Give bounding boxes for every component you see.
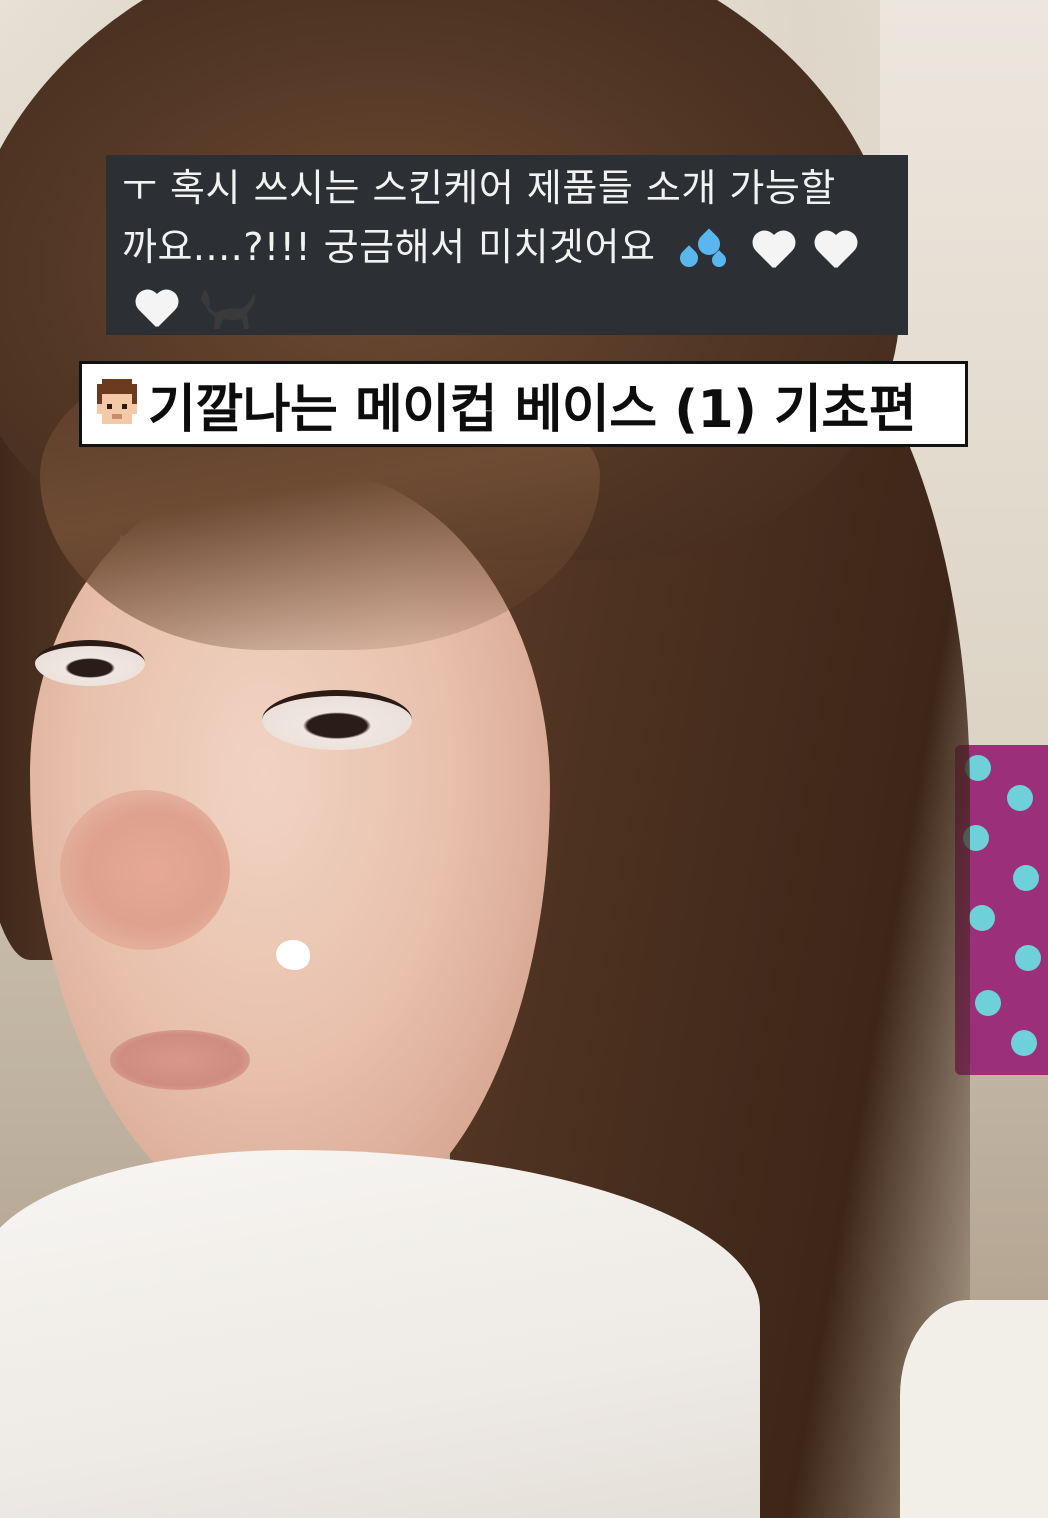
white-heart-icon: [134, 287, 180, 331]
eye-right: [262, 690, 412, 750]
eye-left: [35, 640, 145, 686]
white-shirt-right: [900, 1300, 1048, 1518]
lips: [110, 1030, 250, 1090]
white-shirt: [0, 1150, 760, 1518]
comment-line-1: ㅜ 혹시 쓰시는 스킨케어 제품들 소개 가능할: [122, 166, 836, 210]
cream-dot: [276, 940, 310, 970]
video-title-caption: 기깔나는 메이컵 베이스 (1) 기초편: [79, 361, 968, 447]
comment-line-2: 까요....?!!! 궁금해서 미치겟어요: [122, 218, 890, 277]
white-heart-icon: [813, 228, 859, 272]
comment-line-2-text: 까요....?!!! 궁금해서 미치겟어요: [122, 225, 656, 269]
white-heart-icon: [751, 228, 797, 272]
black-cat-icon: [200, 288, 255, 329]
comment-bubble: ㅜ 혹시 쓰시는 스킨케어 제품들 소개 가능할 까요....?!!! 궁금해서…: [106, 155, 908, 335]
sweat-droplets-icon: [676, 227, 734, 273]
comment-line-3: [122, 277, 890, 336]
caption-text: 기깔나는 메이컵 베이스 (1) 기초편: [148, 379, 917, 440]
nose: [60, 790, 230, 950]
man-face-icon: [97, 379, 137, 424]
